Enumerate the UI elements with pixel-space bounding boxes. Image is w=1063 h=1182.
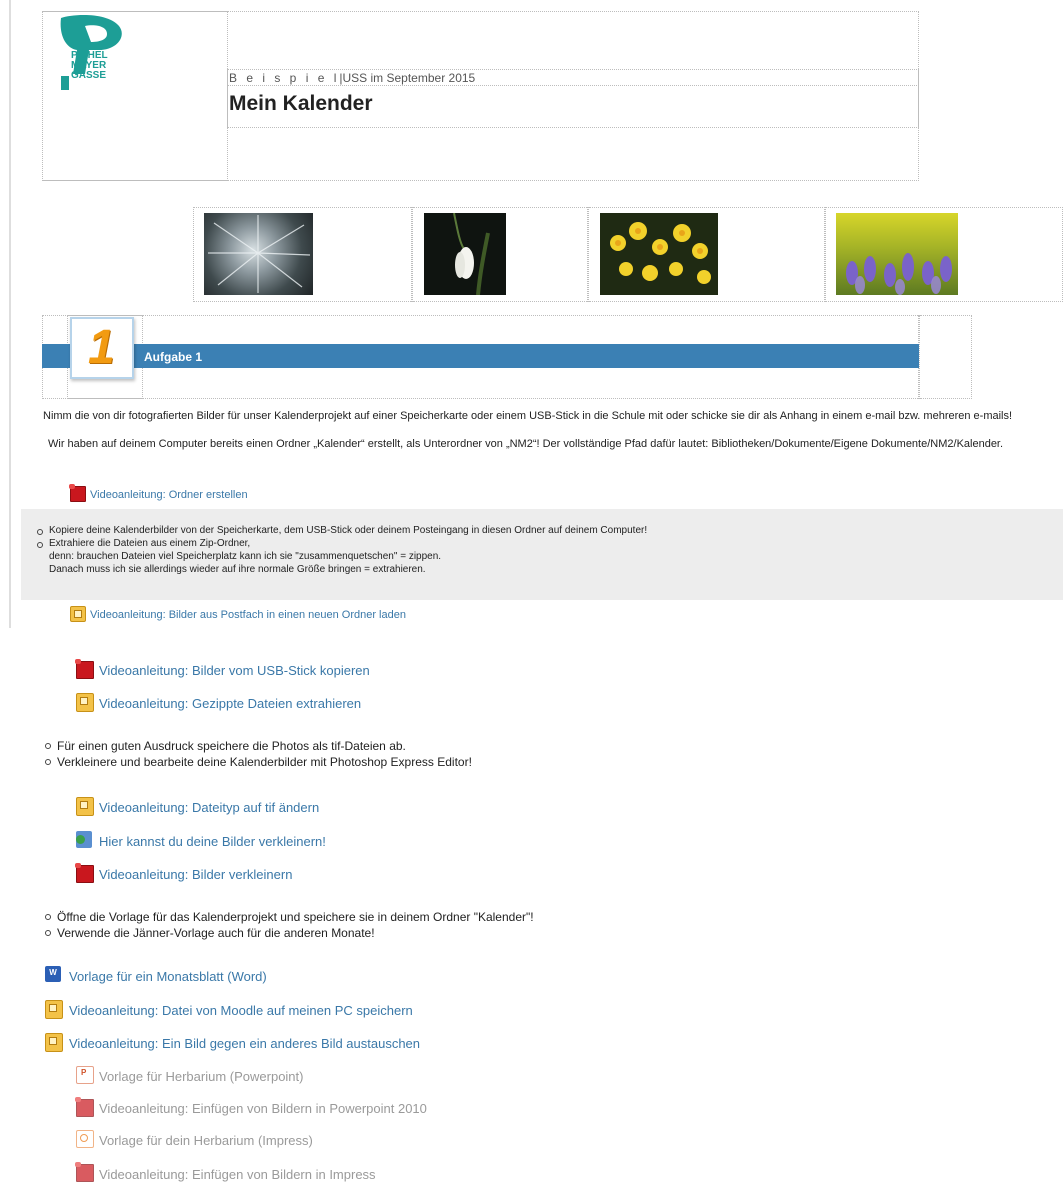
word-document-icon: W — [45, 966, 61, 982]
task-number-badge: 1 — [70, 317, 134, 379]
intro-line-2: Wir haben auf deinem Computer bereits ei… — [48, 438, 1004, 450]
video-pdf-icon — [69, 484, 86, 502]
video-film-icon — [45, 1033, 63, 1052]
video-pdf-icon — [75, 659, 94, 679]
link-zip-label: Videoanleitung: Gezippte Dateien extrahi… — [99, 696, 362, 711]
task-label: Aufgabe 1 — [144, 350, 203, 364]
link-moodle-label: Videoanleitung: Datei von Moodle auf mei… — [69, 1003, 413, 1018]
link-tif-label: Videoanleitung: Dateityp auf tif ändern — [99, 800, 320, 815]
bullet-3-item-1: Öffne die Vorlage für das Kalenderprojek… — [45, 909, 534, 925]
link-verkleinern-web-label: Hier kannst du deine Bilder verkleinern! — [99, 834, 326, 849]
bullet-2-item-2: Verkleinere und bearbeite deine Kalender… — [45, 754, 472, 770]
logo-text: PICHEL MAYER GASSE — [71, 51, 108, 81]
link-postfach-label: Videoanleitung: Bilder aus Postfach in e… — [90, 609, 406, 621]
impress-icon — [76, 1130, 94, 1148]
page-subtitle: B e i s p i e l|USS im September 2015 — [229, 71, 475, 85]
video-film-icon — [45, 1000, 63, 1019]
video-film-icon — [76, 797, 94, 816]
subtitle-rest: |USS im September 2015 — [339, 71, 476, 85]
intro-line-1: Nimm die von dir fotografierten Bilder f… — [43, 410, 1013, 422]
video-pdf-icon — [75, 863, 94, 883]
video-pdf-icon — [75, 1097, 94, 1117]
link-verkleinern-label: Videoanleitung: Bilder verkleinern — [99, 867, 293, 882]
link-usb-label: Videoanleitung: Bilder vom USB-Stick kop… — [99, 663, 370, 678]
link-herbarium-imp-label: Vorlage für dein Herbarium (Impress) — [99, 1133, 313, 1148]
link-word-label: Vorlage für ein Monatsblatt (Word) — [69, 969, 267, 984]
logo-line-3: GASSE — [71, 70, 107, 81]
web-link-icon — [76, 831, 92, 848]
bullet-list-2: Für einen guten Ausdruck speichere die P… — [45, 738, 472, 770]
link-einfuegen-ppt-label: Videoanleitung: Einfügen von Bildern in … — [99, 1101, 427, 1116]
photo-snowdrop — [424, 213, 506, 295]
page-title: Mein Kalender — [229, 92, 373, 115]
instruction-box: Kopiere deine Kalenderbilder von der Spe… — [21, 509, 1063, 600]
instruction-list: Kopiere deine Kalenderbilder von der Spe… — [37, 524, 647, 576]
photo-daffodils — [600, 213, 718, 295]
bullet-3-item-2: Verwende die Jänner-Vorlage auch für die… — [45, 925, 534, 941]
link-austauschen-label: Videoanleitung: Ein Bild gegen ein ander… — [69, 1036, 421, 1051]
photo-grape-hyacinths — [836, 213, 958, 295]
instruction-item-2: Extrahiere die Dateien aus einem Zip-Ord… — [37, 537, 647, 576]
link-ordner-erstellen-label: Videoanleitung: Ordner erstellen — [90, 489, 248, 501]
video-pdf-icon — [75, 1162, 94, 1182]
left-border-line — [9, 0, 11, 628]
instruction-item-1: Kopiere deine Kalenderbilder von der Spe… — [37, 524, 647, 537]
task-number: 1 — [88, 321, 115, 374]
task-bar: Aufgabe 1 — [42, 344, 919, 368]
bullet-2-item-1: Für einen guten Ausdruck speichere die P… — [45, 738, 472, 754]
subtitle-spaced: B e i s p i e l — [229, 71, 340, 85]
powerpoint-icon — [76, 1066, 94, 1084]
video-film-icon — [76, 693, 94, 712]
bullet-list-3: Öffne die Vorlage für das Kalenderprojek… — [45, 909, 534, 941]
link-einfuegen-imp-label: Videoanleitung: Einfügen von Bildern in … — [99, 1167, 376, 1182]
link-herbarium-ppt-label: Vorlage für Herbarium (Powerpoint) — [99, 1069, 304, 1084]
photo-frosty-pine — [204, 213, 313, 295]
video-film-icon — [70, 606, 86, 622]
